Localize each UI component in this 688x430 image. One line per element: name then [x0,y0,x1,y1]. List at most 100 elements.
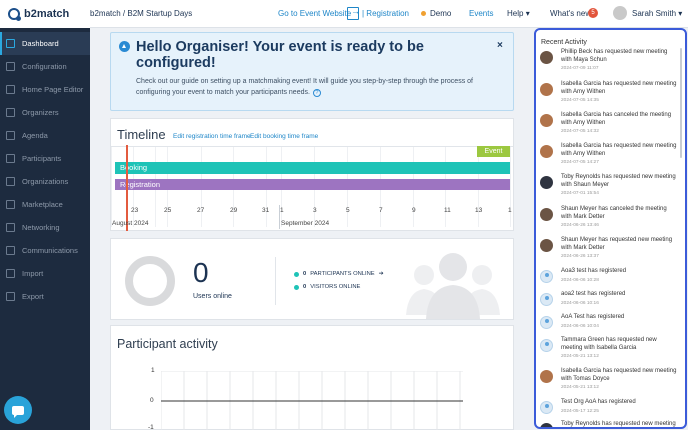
user-menu[interactable]: Sarah Smith ▾ [632,9,682,18]
sidebar-item-configuration[interactable]: Configuration [0,55,90,78]
users-online-ring [125,256,175,306]
users-icon [6,108,15,117]
sidebar-item-networking[interactable]: Networking [0,216,90,239]
activity-description: Toby Reynolds has requested new meeting [561,421,676,427]
registration-bar[interactable]: Registration [115,179,510,190]
status-dot [294,271,299,277]
activity-timestamp: 2024-05-21 13:12 [561,354,599,360]
demo-status-dot [421,11,426,16]
user-name: Sarah Smith [632,9,677,18]
default-avatar-icon [540,316,553,329]
activity-description: Isabella Garcia has requested new meetin… [561,368,677,382]
activity-entry-text: Tammara Green has requested new meeting … [561,337,679,361]
help-label: Help [507,9,524,18]
close-icon[interactable]: × [497,40,503,51]
timeline-tick-label: 31 [262,207,270,214]
recent-activity-panel: Recent Activity Phillip Beck has request… [534,28,687,429]
status-dot [294,284,299,290]
go-to-event-website-link[interactable]: Go to Event Website [278,9,351,18]
agenda-icon [6,131,15,140]
registration-link[interactable]: | Registration [362,9,409,18]
activity-timestamp: 2024-06-26 13:46 [561,223,599,229]
activity-description: Toby Reynolds has requested new meeting … [561,174,676,188]
sidebar-item-label: Marketplace [22,200,63,209]
scrollbar[interactable] [680,48,682,158]
sidebar-item-communications[interactable]: Communications [0,239,90,262]
avatar [540,423,553,427]
activity-timestamp: 2024-06-26 13:37 [561,254,599,260]
sidebar-item-label: Organizers [22,108,59,117]
activity-description: Shaun Meyer has requested new meeting wi… [561,237,673,251]
sidebar-item-participants[interactable]: Participants [0,147,90,170]
default-avatar-icon [540,270,553,283]
sidebar-item-export[interactable]: Export [0,285,90,308]
sidebar-item-marketplace[interactable]: Marketplace [0,193,90,216]
edit-booking-link[interactable]: Edit booking time frame [250,133,318,140]
activity-timestamp: 2024-06-06 10:04 [561,323,599,329]
activity-timestamp: 2024-05-21 13:12 [561,385,599,391]
help-menu[interactable]: Help ▾ [507,9,530,18]
activity-entry-text: AoA Test has registered 2024-06-06 10:04 [561,314,679,330]
export-icon [6,292,15,301]
sidebar-item-label: Agenda [22,131,48,140]
activity-description: Phillip Beck has requested new meeting w… [561,49,668,63]
timeline-card: Timeline Edit registration time frame Ed… [110,118,514,231]
activity-description: Isabella Garcia has requested new meetin… [561,143,677,157]
month-label-august: August 2024 [112,220,149,227]
sidebar-item-label: Communications [22,246,78,255]
marketplace-icon [6,200,15,209]
activity-description: Isabella Garcia has canceled the meeting… [561,112,672,126]
activity-timestamp: 2024-06-06 10:28 [561,277,599,283]
exit-icon[interactable] [347,6,360,20]
activity-plot [161,371,463,430]
sidebar-item-label: Organizations [22,177,69,186]
edit-registration-link[interactable]: Edit registration time frame [173,133,251,140]
activity-description: AoA Test has registered [561,314,625,320]
sidebar-item-home-page-editor[interactable]: Home Page Editor [0,78,90,101]
timeline-grid-column [510,147,511,227]
organizations-icon [6,177,15,186]
events-link[interactable]: Events [469,9,493,18]
networking-icon [6,223,15,232]
whats-new-button[interactable]: What's new [550,9,591,18]
booking-bar[interactable]: Booking [115,162,510,174]
participants-icon [6,154,15,163]
activity-description: aoa2 test has registered [561,291,626,297]
event-bar[interactable]: Event [477,146,510,157]
avatar [540,83,553,96]
breadcrumb[interactable]: b2match / B2M Startup Days [90,9,250,18]
timeline-tick-label: 25 [164,207,172,214]
activity-entry-text: Test Org AoA has registered 2024-05-17 12… [561,399,679,415]
activity-entry-text: Isabella Garcia has canceled the meeting… [561,112,679,136]
help-icon[interactable]: ? [312,89,321,97]
activity-entry-text: Toby Reynolds has requested new meeting … [561,174,679,198]
logo-text: b2match [24,7,70,20]
activity-timestamp: 2024-06-06 10:16 [561,300,599,306]
avatar [540,208,553,221]
b2match-logo-icon [8,7,21,21]
activity-description: Tammara Green has requested new meeting … [561,337,657,351]
users-online-card: 0 Users online 0 PARTICIPANTS ONLINE ➔ 0 VI… [110,238,514,320]
sidebar-item-import[interactable]: Import [0,262,90,285]
participant-activity-card: Participant activity 1 0 -1 [110,325,514,430]
timeline-tick-label: 5 [346,207,350,214]
sidebar-item-organizations[interactable]: Organizations [0,170,90,193]
demo-toggle[interactable]: Demo [421,9,451,18]
avatar [540,114,553,127]
sidebar-item-agenda[interactable]: Agenda [0,124,90,147]
welcome-banner: Hello Organiser! Your event is ready to … [110,32,514,111]
timeline-tick-label: 3 [313,207,317,214]
sidebar-item-dashboard[interactable]: Dashboard [0,32,90,55]
sidebar-item-organizers[interactable]: Organizers [0,101,90,124]
banner-title: Hello Organiser! Your event is ready to … [136,39,424,71]
activity-entry-text: Toby Reynolds has requested new meeting [561,421,679,427]
activity-description: Test Org AoA has registered [561,399,636,405]
participants-online-link[interactable]: 0 PARTICIPANTS ONLINE ➔ [294,271,384,277]
chat-button[interactable] [4,396,32,424]
timeline-tick-label: 23 [131,207,139,214]
logo[interactable]: b2match [0,0,90,28]
visitors-online-label: VISITORS ONLINE [310,284,361,290]
y-tick-label: -1 [148,424,154,430]
user-avatar[interactable] [613,6,627,20]
timeline-tick-label: 1 [280,207,284,214]
